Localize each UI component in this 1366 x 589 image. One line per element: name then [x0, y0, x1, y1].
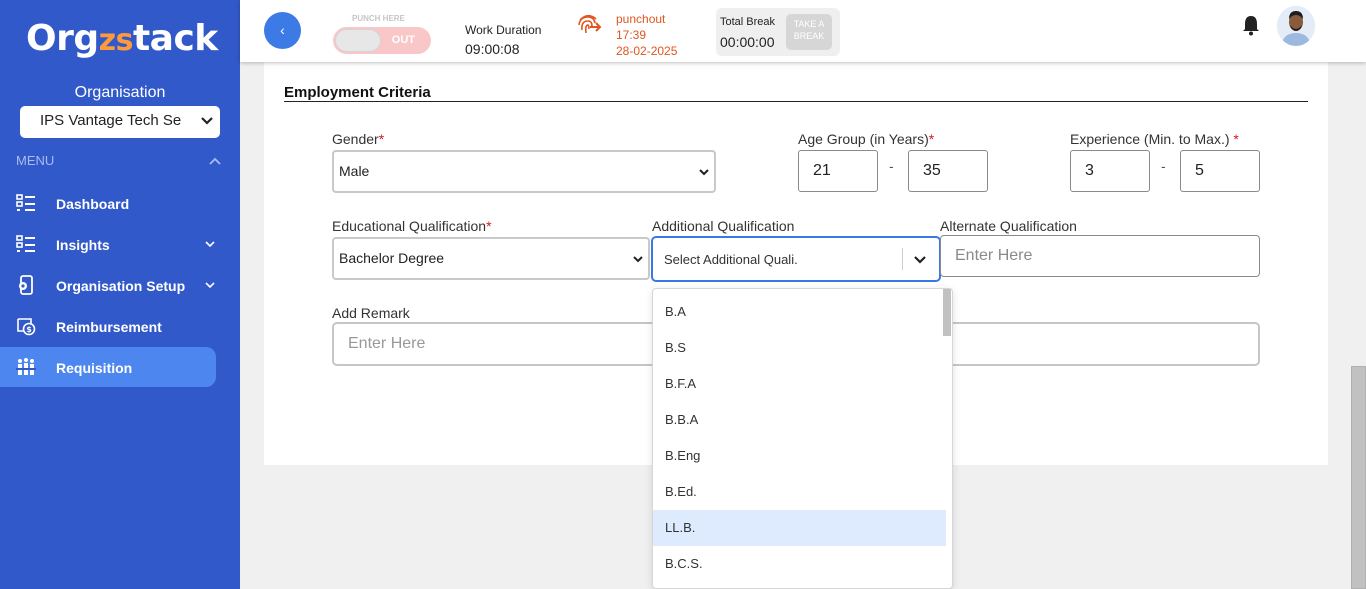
fingerprint-icon [578, 14, 602, 34]
dropdown-option[interactable]: B.Eng [653, 438, 946, 474]
additional-qualification-select[interactable]: Select Additional Quali. [652, 237, 940, 281]
punch-date: 28-02-2025 [616, 44, 678, 58]
sidebar-item-requisition[interactable]: Requisition [0, 347, 216, 387]
reimbursement-icon: $ [17, 318, 36, 336]
chevron-down-icon [699, 169, 709, 176]
sidebar-item-label: Organisation Setup [56, 278, 186, 294]
required-mark: * [486, 218, 492, 234]
sidebar: Orgzstack Organisation IPS Vantage Tech … [0, 0, 240, 589]
alternate-qualification-label: Alternate Qualification [940, 218, 1077, 234]
back-button[interactable]: ‹ [264, 12, 301, 49]
organisation-select-value: IPS Vantage Tech Se [40, 112, 182, 129]
section-title: Employment Criteria [284, 84, 431, 101]
dropdown-option[interactable]: B.C.S. [653, 546, 946, 582]
chevron-down-icon [201, 117, 213, 125]
range-separator: - [1161, 158, 1166, 174]
section-divider [284, 101, 1308, 102]
total-break-label: Total Break [720, 16, 776, 28]
age-max-input[interactable]: 35 [908, 150, 988, 192]
additional-qualification-label: Additional Qualification [652, 218, 795, 234]
dropdown-option[interactable]: B.F.A [653, 366, 946, 402]
break-panel: Total Break 00:00:00 TAKE A BREAK [716, 8, 840, 56]
sidebar-item-label: Insights [56, 237, 110, 253]
chevron-down-icon [633, 256, 643, 263]
additional-qualification-placeholder: Select Additional Quali. [664, 252, 798, 267]
punch-info: punchout 17:39 28-02-2025 [616, 11, 677, 59]
svg-text:$: $ [26, 325, 32, 334]
menu-heading-label: MENU [16, 153, 55, 168]
take-break-line2: BREAK [793, 31, 825, 41]
toggle-knob [335, 29, 381, 52]
punch-here-label: PUNCH HERE [352, 14, 405, 23]
dropdown-option-highlighted[interactable]: LL.B. [653, 510, 946, 546]
educational-qualification-select[interactable]: Bachelor Degree [332, 237, 650, 280]
gender-label-text: Gender [332, 131, 379, 147]
dropdown-option[interactable]: B.S [653, 330, 946, 366]
punch-state-label: OUT [391, 34, 415, 46]
punch-time: 17:39 [616, 28, 647, 42]
sidebar-item-organisation-setup[interactable]: Organisation Setup [0, 265, 216, 305]
range-separator: - [889, 158, 894, 174]
sidebar-item-label: Reimbursement [56, 319, 162, 335]
avatar[interactable] [1277, 6, 1315, 46]
alternate-qualification-input[interactable]: Enter Here [940, 235, 1260, 277]
take-break-button[interactable]: TAKE A BREAK [786, 14, 832, 50]
gender-label: Gender* [332, 131, 384, 147]
dropdown-option[interactable]: B.Ed. [653, 474, 946, 510]
work-duration-label: Work Duration [465, 23, 542, 37]
page-scrollbar[interactable] [1351, 366, 1366, 589]
gender-select-value: Male [339, 163, 370, 179]
sidebar-item-label: Dashboard [56, 196, 130, 212]
experience-label: Experience (Min. to Max.) * [1070, 131, 1239, 147]
edu-label-text: Educational Qualification [332, 218, 487, 234]
age-min-input[interactable]: 21 [798, 150, 878, 192]
sidebar-item-label: Requisition [56, 360, 133, 376]
bell-icon[interactable] [1241, 14, 1261, 36]
dropdown-option[interactable]: B.A [653, 294, 946, 330]
sidebar-item-insights[interactable]: Insights [0, 224, 216, 264]
work-duration-value: 09:00:08 [465, 41, 520, 57]
age-group-label: Age Group (in Years)* [798, 131, 934, 147]
remark-label: Add Remark [332, 305, 410, 321]
dashboard-icon [16, 194, 35, 211]
chevron-down-icon[interactable] [912, 252, 928, 268]
experience-min-input[interactable]: 3 [1070, 150, 1150, 192]
experience-max-input[interactable]: 5 [1180, 150, 1260, 192]
user-photo-icon [1277, 6, 1315, 46]
chevron-up-icon [209, 157, 221, 165]
required-mark: * [1233, 131, 1239, 147]
required-mark: * [928, 131, 935, 147]
additional-qualification-dropdown: B.A B.S B.F.A B.B.A B.Eng B.Ed. LL.B. B.… [652, 288, 953, 589]
age-group-label-text: Age Group (in Years) [798, 131, 929, 147]
experience-label-text: Experience (Min. to Max.) [1070, 131, 1230, 147]
take-break-line1: TAKE A [793, 19, 825, 29]
gender-select[interactable]: Male [332, 150, 716, 193]
dropdown-option[interactable]: B.B.A [653, 402, 946, 438]
logo-mid: zs [98, 23, 134, 58]
chevron-down-icon [205, 282, 215, 289]
requisition-icon [16, 358, 36, 375]
topbar: ‹ PUNCH HERE OUT Work Duration 09:00:08 … [240, 0, 1366, 62]
required-mark: * [378, 131, 385, 147]
organisation-select[interactable]: IPS Vantage Tech Se [20, 106, 220, 138]
logo-suffix: tack [132, 18, 218, 59]
insights-icon [16, 235, 35, 252]
dropdown-scrollbar[interactable] [943, 289, 951, 336]
total-break-value: 00:00:00 [720, 34, 775, 50]
logo-prefix: Org [26, 18, 99, 59]
edu-select-value: Bachelor Degree [339, 250, 445, 266]
sidebar-item-dashboard[interactable]: Dashboard [0, 183, 216, 223]
indicator-separator [902, 248, 903, 270]
menu-heading[interactable]: MENU [16, 153, 222, 168]
educational-qualification-label: Educational Qualification* [332, 218, 492, 234]
orgzstack-logo[interactable]: Orgzstack [26, 18, 218, 59]
punch-toggle[interactable]: OUT [333, 27, 431, 54]
organisation-setup-icon [19, 275, 33, 295]
organisation-label: Organisation [74, 84, 166, 101]
punch-status: punchout [616, 12, 666, 26]
chevron-down-icon [205, 241, 215, 248]
sidebar-item-reimbursement[interactable]: $ Reimbursement [0, 306, 216, 346]
